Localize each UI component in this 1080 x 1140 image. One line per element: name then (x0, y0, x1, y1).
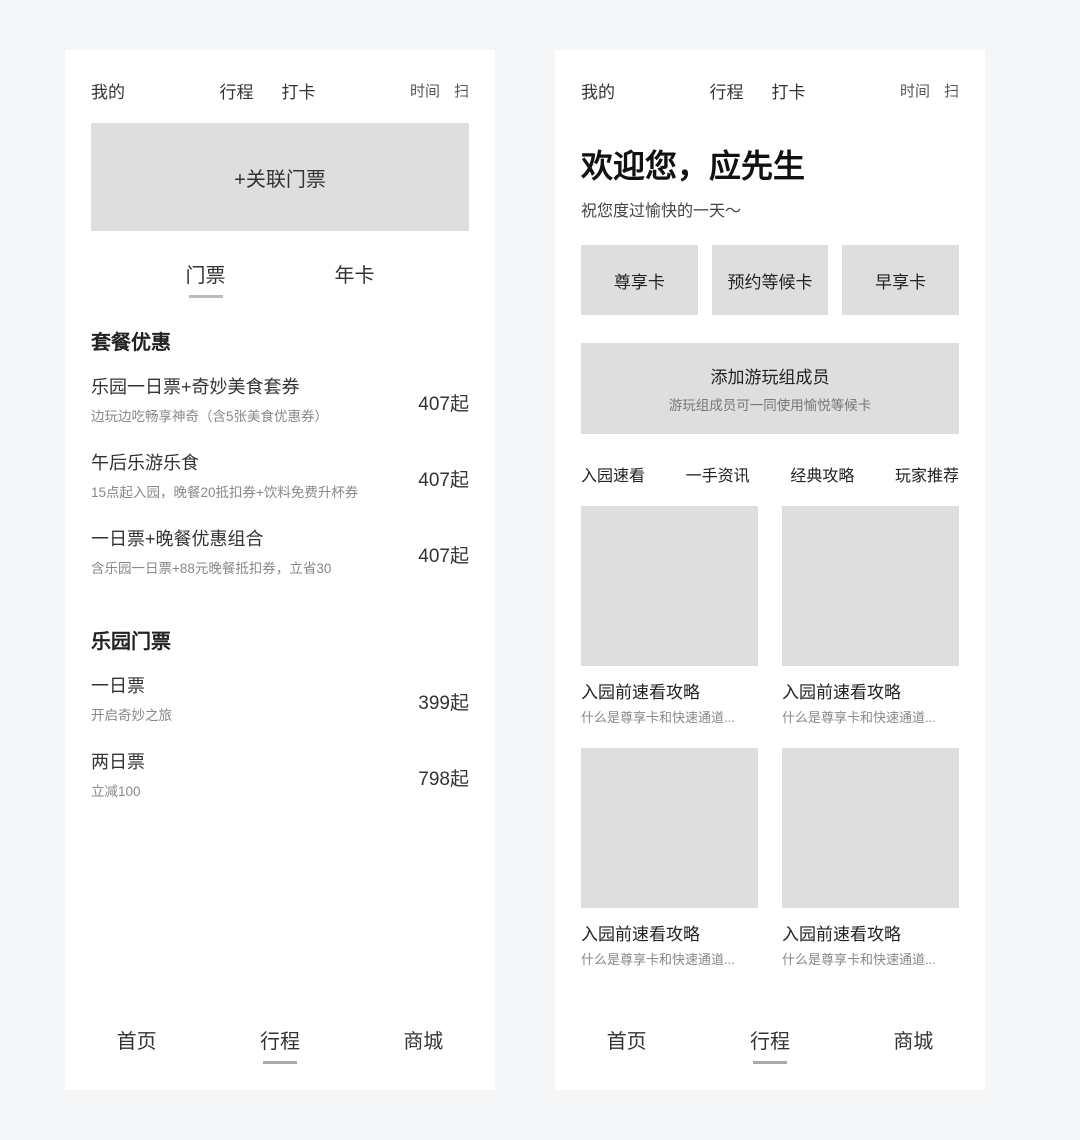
feed-item[interactable]: 入园前速看攻略 什么是尊享卡和快速通道... (581, 748, 758, 968)
feed-title: 入园前速看攻略 (581, 920, 758, 945)
feed-item[interactable]: 入园前速看攻略 什么是尊享卡和快速通道... (782, 506, 959, 726)
bottom-nav-trip[interactable]: 行程 (260, 1025, 300, 1064)
body: +关联门票 门票 年卡 套餐优惠 乐园一日票+奇妙美食套券 边玩边吃畅享神奇（含… (65, 123, 495, 1009)
nav-trip[interactable]: 行程 (219, 78, 253, 103)
feed-sub: 什么是尊享卡和快速通道... (782, 949, 959, 968)
deal-price: 407起 (418, 541, 469, 568)
section-park-ticket: 乐园门票 一日票 开启奇妙之旅 399起 两日票 立减100 798起 (91, 625, 469, 800)
nav-time[interactable]: 时间 (900, 80, 930, 101)
deal-item[interactable]: 乐园一日票+奇妙美食套券 边玩边吃畅享神奇（含5张美食优惠券） 407起 (91, 373, 469, 425)
nav-checkin[interactable]: 打卡 (281, 78, 315, 103)
feed-sub: 什么是尊享卡和快速通道... (581, 707, 758, 726)
bottom-nav-shop[interactable]: 商城 (403, 1025, 443, 1064)
nav-time[interactable]: 时间 (410, 80, 440, 101)
deal-price: 407起 (418, 389, 469, 416)
card-reservation[interactable]: 预约等候卡 (712, 245, 829, 315)
welcome-title: 欢迎您，应先生 (581, 141, 959, 187)
feed-tabs: 入园速看 一手资讯 经典攻略 玩家推荐 (581, 462, 959, 486)
top-bar: 我的 行程 打卡 时间 扫 (555, 50, 985, 123)
feed-image (782, 748, 959, 908)
add-group-button[interactable]: 添加游玩组成员 游玩组成员可一同使用愉悦等候卡 (581, 343, 959, 434)
top-bar: 我的 行程 打卡 时间 扫 (65, 50, 495, 123)
nav-scan[interactable]: 扫 (944, 80, 959, 101)
feed-title: 入园前速看攻略 (581, 678, 758, 703)
feed-image (581, 506, 758, 666)
feed-item[interactable]: 入园前速看攻略 什么是尊享卡和快速通道... (782, 748, 959, 968)
tab-annual[interactable]: 年卡 (335, 259, 375, 298)
deal-title: 一日票 (91, 672, 398, 698)
feed-sub: 什么是尊享卡和快速通道... (581, 949, 758, 968)
deal-sub: 15点起入园，晚餐20抵扣券+饮料免费升杯券 (91, 481, 398, 501)
feed-image (782, 506, 959, 666)
section-title: 乐园门票 (91, 625, 469, 654)
screen-trip-home: 我的 行程 打卡 时间 扫 欢迎您，应先生 祝您度过愉快的一天～ 尊享卡 预约等… (555, 50, 985, 1090)
bottom-nav-home[interactable]: 首页 (117, 1025, 157, 1064)
nav-mine[interactable]: 我的 (581, 78, 615, 103)
feed-title: 入园前速看攻略 (782, 678, 959, 703)
feed-tab-recommend[interactable]: 玩家推荐 (895, 462, 959, 486)
feed-image (581, 748, 758, 908)
card-premium[interactable]: 尊享卡 (581, 245, 698, 315)
deal-title: 午后乐游乐食 (91, 449, 398, 475)
feed-tab-guide[interactable]: 经典攻略 (790, 462, 854, 486)
deal-item[interactable]: 两日票 立减100 798起 (91, 748, 469, 800)
feed-item[interactable]: 入园前速看攻略 什么是尊享卡和快速通道... (581, 506, 758, 726)
deal-price: 407起 (418, 465, 469, 492)
feed-title: 入园前速看攻略 (782, 920, 959, 945)
body: 欢迎您，应先生 祝您度过愉快的一天～ 尊享卡 预约等候卡 早享卡 添加游玩组成员… (555, 123, 985, 1009)
card-early[interactable]: 早享卡 (842, 245, 959, 315)
ticket-type-tabs: 门票 年卡 (91, 259, 469, 298)
deal-sub: 边玩边吃畅享神奇（含5张美食优惠券） (91, 405, 398, 425)
feed-sub: 什么是尊享卡和快速通道... (782, 707, 959, 726)
add-group-sub: 游玩组成员可一同使用愉悦等候卡 (597, 394, 943, 414)
nav-mine[interactable]: 我的 (91, 78, 125, 103)
deal-sub: 立减100 (91, 780, 398, 800)
tab-ticket[interactable]: 门票 (186, 259, 226, 298)
deal-item[interactable]: 一日票 开启奇妙之旅 399起 (91, 672, 469, 724)
nav-trip[interactable]: 行程 (709, 78, 743, 103)
deal-item[interactable]: 午后乐游乐食 15点起入园，晚餐20抵扣券+饮料免费升杯券 407起 (91, 449, 469, 501)
feed-tab-news[interactable]: 一手资讯 (686, 462, 750, 486)
bottom-nav-home[interactable]: 首页 (607, 1025, 647, 1064)
bottom-nav: 首页 行程 商城 (555, 1009, 985, 1090)
nav-checkin[interactable]: 打卡 (771, 78, 805, 103)
deal-title: 一日票+晚餐优惠组合 (91, 525, 398, 551)
welcome-sub: 祝您度过愉快的一天～ (581, 197, 959, 221)
bottom-nav-trip[interactable]: 行程 (750, 1025, 790, 1064)
deal-item[interactable]: 一日票+晚餐优惠组合 含乐园一日票+88元晚餐抵扣券，立省30 407起 (91, 525, 469, 577)
deal-sub: 开启奇妙之旅 (91, 704, 398, 724)
add-group-title: 添加游玩组成员 (597, 363, 943, 388)
screen-tickets: 我的 行程 打卡 时间 扫 +关联门票 门票 年卡 套餐优惠 乐园一日票+奇妙美… (65, 50, 495, 1090)
deal-price: 798起 (418, 764, 469, 791)
link-ticket-button[interactable]: +关联门票 (91, 123, 469, 231)
bottom-nav: 首页 行程 商城 (65, 1009, 495, 1090)
section-bundle: 套餐优惠 乐园一日票+奇妙美食套券 边玩边吃畅享神奇（含5张美食优惠券） 407… (91, 326, 469, 577)
deal-price: 399起 (418, 688, 469, 715)
deal-sub: 含乐园一日票+88元晚餐抵扣券，立省30 (91, 557, 398, 577)
section-title: 套餐优惠 (91, 326, 469, 355)
privilege-cards: 尊享卡 预约等候卡 早享卡 (581, 245, 959, 315)
deal-title: 乐园一日票+奇妙美食套券 (91, 373, 398, 399)
bottom-nav-shop[interactable]: 商城 (893, 1025, 933, 1064)
nav-scan[interactable]: 扫 (454, 80, 469, 101)
feed-tab-quickview[interactable]: 入园速看 (581, 462, 645, 486)
deal-title: 两日票 (91, 748, 398, 774)
